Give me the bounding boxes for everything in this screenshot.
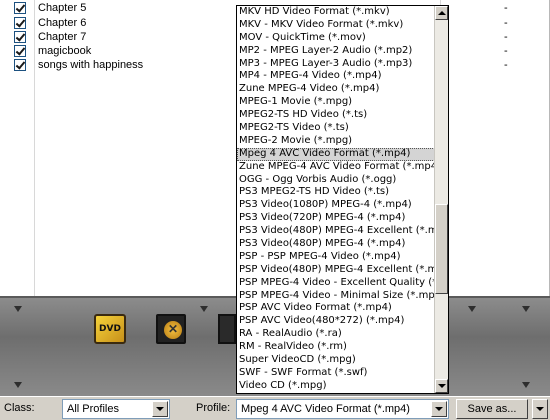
dropdown-option[interactable]: MPEG2-TS HD Video (*.ts): [237, 109, 435, 122]
dropdown-option[interactable]: PSP - PSP MPEG-4 Video (*.mp4): [237, 251, 435, 264]
dropdown-option[interactable]: PSP AVC Video Format (*.mp4): [237, 302, 435, 315]
scroll-down-icon[interactable]: [435, 379, 448, 393]
dropdown-option[interactable]: MP4 - MPEG-4 Video (*.mp4): [237, 70, 435, 83]
profile-label: Profile:: [196, 402, 231, 414]
row-name: Chapter 7: [38, 31, 87, 43]
row-checkbox[interactable]: [14, 59, 26, 71]
dropdown-option[interactable]: PS3 Video(1080P) MPEG-4 (*.mp4): [237, 199, 435, 212]
dropdown-option[interactable]: PSP MPEG-4 Video - Minimal Size (*.mp4): [237, 290, 435, 303]
dropdown-option[interactable]: MKV HD Video Format (*.mkv): [237, 6, 435, 19]
dropdown-option[interactable]: Super VideoCD (*.mpg): [237, 354, 435, 367]
dropdown-option[interactable]: MPEG-1 Movie (*.mpg): [237, 96, 435, 109]
class-select[interactable]: All Profiles: [62, 399, 170, 419]
profile-options: MKV HD Video Format (*.mkv) MKV - MKV Vid…: [237, 6, 435, 393]
row-name: magicbook: [38, 45, 92, 57]
dropdown-option[interactable]: PSP MPEG-4 Video - Excellent Quality (*.: [237, 277, 435, 290]
dropdown-option[interactable]: PS3 MPEG2-TS HD Video (*.ts): [237, 186, 435, 199]
save-as-button[interactable]: Save as...: [456, 399, 528, 419]
chevron-down-icon: [522, 306, 530, 312]
film-cancel-icon[interactable]: [156, 314, 186, 344]
scroll-up-icon[interactable]: [435, 6, 448, 20]
dropdown-option[interactable]: MPEG-2 Movie (*.mpg): [237, 135, 435, 148]
row-name: Chapter 6: [38, 17, 87, 29]
row-extra: -: [504, 59, 508, 71]
row-checkbox[interactable]: [14, 45, 26, 57]
row-extra: -: [504, 2, 508, 14]
dropdown-option[interactable]: MKV - MKV Video Format (*.mkv): [237, 19, 435, 32]
chevron-down-icon: [468, 306, 476, 312]
dropdown-option[interactable]: Video CD (*.mpg): [237, 380, 435, 393]
profile-dropdown-list[interactable]: MKV HD Video Format (*.mkv) MKV - MKV Vid…: [236, 5, 449, 394]
dropdown-option[interactable]: Mpeg 4 AVC Video Format (*.mp4): [237, 147, 435, 161]
dropdown-option[interactable]: PS3 Video(480P) MPEG-4 Excellent (*.mp: [237, 225, 435, 238]
chevron-down-icon: [200, 306, 208, 312]
dropdown-option[interactable]: PS3 Video(720P) MPEG-4 (*.mp4): [237, 212, 435, 225]
row-extra: -: [504, 17, 508, 29]
chevron-down-icon[interactable]: [431, 401, 447, 417]
chevron-down-icon: [522, 382, 530, 388]
dropdown-option[interactable]: SWF - SWF Format (*.swf): [237, 367, 435, 380]
class-label: Class:: [4, 402, 35, 414]
dropdown-option[interactable]: PSP AVC Video(480*272) (*.mp4): [237, 315, 435, 328]
dvd-icon-text: DVD: [99, 324, 121, 334]
row-name: songs with happiness: [38, 59, 144, 71]
dropdown-option[interactable]: MPEG2-TS Video (*.ts): [237, 122, 435, 135]
dropdown-option[interactable]: OGG - Ogg Vorbis Audio (*.ogg): [237, 174, 435, 187]
dropdown-scrollbar[interactable]: [434, 6, 448, 393]
class-select-value: All Profiles: [67, 403, 119, 415]
row-name: Chapter 5: [38, 2, 87, 14]
save-as-dropdown-button[interactable]: [532, 399, 548, 419]
dropdown-option[interactable]: PS3 Video(480P) MPEG-4 (*.mp4): [237, 238, 435, 251]
row-checkbox[interactable]: [14, 31, 26, 43]
dropdown-option[interactable]: RA - RealAudio (*.ra): [237, 328, 435, 341]
dropdown-option[interactable]: PSP Video(480P) MPEG-4 Excellent (*.mp: [237, 264, 435, 277]
profile-select[interactable]: Mpeg 4 AVC Video Format (*.mp4): [236, 399, 449, 419]
film-icon[interactable]: [218, 314, 236, 344]
scrollbar-thumb[interactable]: [435, 204, 448, 294]
chevron-down-icon: [14, 306, 22, 312]
row-checkbox[interactable]: [14, 2, 26, 14]
dropdown-option[interactable]: Zune MPEG-4 Video (*.mp4): [237, 83, 435, 96]
chevron-down-icon: [14, 382, 22, 388]
dropdown-option[interactable]: MP3 - MPEG Layer-3 Audio (*.mp3): [237, 58, 435, 71]
dropdown-option[interactable]: RM - RealVideo (*.rm): [237, 341, 435, 354]
dropdown-option[interactable]: MOV - QuickTime (*.mov): [237, 32, 435, 45]
row-extra: -: [504, 45, 508, 57]
row-checkbox[interactable]: [14, 17, 26, 29]
row-extra: -: [504, 31, 508, 43]
bottom-bar: Class: All Profiles Profile: Mpeg 4 AVC …: [0, 396, 550, 420]
chevron-down-icon[interactable]: [152, 401, 168, 417]
dvd-burn-icon[interactable]: DVD: [94, 314, 126, 344]
dropdown-option[interactable]: Zune MPEG-4 AVC Video Format (*.mp4): [237, 161, 435, 174]
dropdown-option[interactable]: MP2 - MPEG Layer-2 Audio (*.mp2): [237, 45, 435, 58]
profile-select-value: Mpeg 4 AVC Video Format (*.mp4): [241, 403, 410, 415]
